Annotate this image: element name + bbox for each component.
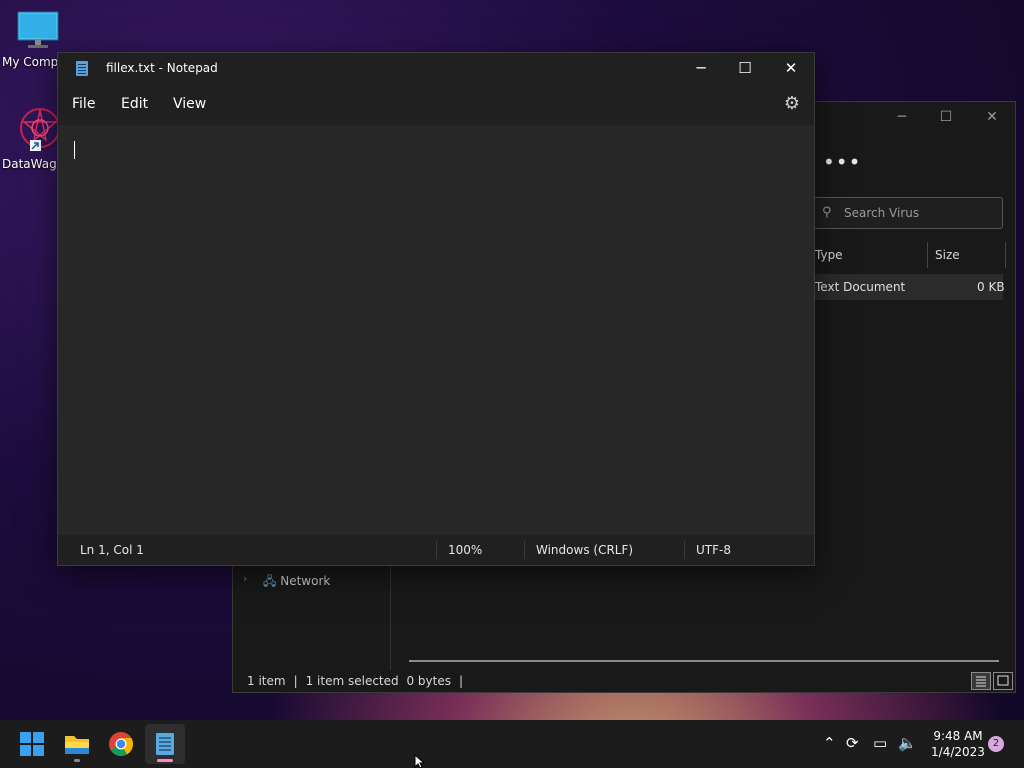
status-item-count: 1 item: [247, 674, 286, 688]
gear-icon[interactable]: ⚙: [784, 93, 800, 114]
status-divider: [436, 541, 437, 559]
taskbar: ⌃ ⟳ ▭ 🔈 9:48 AM 1/4/2023: [0, 720, 1024, 768]
row-size-cell: 0 KB: [977, 280, 1005, 294]
row-type-cell: Text Document: [815, 280, 906, 294]
notepad-window[interactable]: fillex.txt - Notepad ─ ☐ ✕ File Edit Vie…: [57, 52, 815, 566]
maximize-icon[interactable]: ☐: [931, 108, 961, 126]
column-divider[interactable]: [1005, 242, 1006, 268]
status-size: 0 bytes: [406, 674, 451, 688]
tiles-view-icon: [997, 675, 1009, 686]
notepad-menubar: File Edit View ⚙: [58, 85, 814, 125]
monitor-icon: [17, 11, 59, 48]
nav-item-label: Network: [280, 574, 331, 588]
notification-badge[interactable]: 2: [988, 736, 1004, 752]
running-indicator: [74, 759, 80, 762]
status-divider: [684, 541, 685, 559]
status-separator: |: [458, 674, 464, 688]
taskbar-file-explorer[interactable]: [57, 724, 97, 764]
status-zoom: 100%: [448, 543, 483, 557]
status-selected: 1 item selected: [305, 674, 399, 688]
minimize-icon[interactable]: ─: [887, 108, 917, 126]
menu-edit[interactable]: Edit: [121, 96, 148, 112]
status-separator: |: [293, 674, 298, 688]
chevron-up-icon[interactable]: ⌃: [823, 734, 836, 752]
nav-pane-divider[interactable]: [390, 560, 391, 670]
start-icon: [20, 732, 44, 756]
more-options-button[interactable]: •••: [823, 150, 861, 174]
column-header-type[interactable]: Type: [815, 248, 843, 262]
details-view-button[interactable]: [971, 672, 991, 690]
notepad-titlebar[interactable]: fillex.txt - Notepad ─ ☐ ✕: [58, 53, 814, 85]
network-tray-icon[interactable]: ▭: [873, 734, 887, 752]
details-view-icon: [976, 676, 986, 687]
explorer-status-bar: 1 item | 1 item selected 0 bytes |: [247, 674, 471, 688]
sync-icon[interactable]: ⟳: [846, 734, 859, 752]
tiles-view-button[interactable]: [993, 672, 1013, 690]
status-encoding: UTF-8: [696, 543, 731, 557]
nav-item-network[interactable]: 🖧 Network: [263, 572, 330, 593]
network-icon: 🖧: [263, 574, 277, 588]
taskbar-clock[interactable]: 9:48 AM 1/4/2023: [930, 728, 986, 760]
window-title: fillex.txt - Notepad: [106, 61, 218, 75]
chrome-icon: [109, 732, 133, 757]
column-header-size[interactable]: Size: [935, 248, 960, 262]
minimize-button[interactable]: ─: [678, 53, 724, 85]
taskbar-notepad[interactable]: [145, 724, 185, 764]
status-line-ending: Windows (CRLF): [536, 543, 634, 557]
active-indicator: [157, 759, 173, 762]
status-divider: [524, 541, 525, 559]
close-icon[interactable]: ✕: [977, 108, 1007, 126]
maximize-button[interactable]: ☐: [722, 53, 768, 85]
search-input[interactable]: ⚲ Search Virus: [813, 197, 1003, 229]
chevron-right-icon[interactable]: ›: [243, 572, 247, 585]
notepad-status-bar: Ln 1, Col 1 100% Windows (CRLF) UTF-8: [58, 535, 814, 565]
clock-time: 9:48 AM: [933, 729, 983, 743]
explorer-titlebar: ─ ☐ ✕: [815, 102, 1015, 132]
clock-date: 1/4/2023: [931, 745, 985, 759]
notepad-app-icon: [76, 61, 88, 76]
close-button[interactable]: ✕: [768, 53, 814, 85]
taskbar-chrome[interactable]: [101, 724, 141, 764]
search-icon: ⚲: [822, 205, 832, 220]
mouse-cursor-icon: [414, 754, 426, 768]
search-placeholder: Search Virus: [844, 206, 920, 220]
text-editor-area[interactable]: [58, 125, 814, 537]
status-cursor-position: Ln 1, Col 1: [80, 543, 144, 557]
file-explorer-icon: [65, 736, 89, 754]
volume-icon[interactable]: 🔈: [898, 734, 917, 752]
menu-view[interactable]: View: [173, 96, 206, 112]
text-caret: [74, 141, 75, 159]
notepad-icon: [156, 733, 174, 755]
horizontal-scrollbar[interactable]: [409, 660, 999, 662]
menu-file[interactable]: File: [72, 96, 95, 112]
datawagon-shortcut-icon: [20, 108, 60, 151]
start-button[interactable]: [12, 724, 52, 764]
column-divider[interactable]: [927, 242, 928, 268]
